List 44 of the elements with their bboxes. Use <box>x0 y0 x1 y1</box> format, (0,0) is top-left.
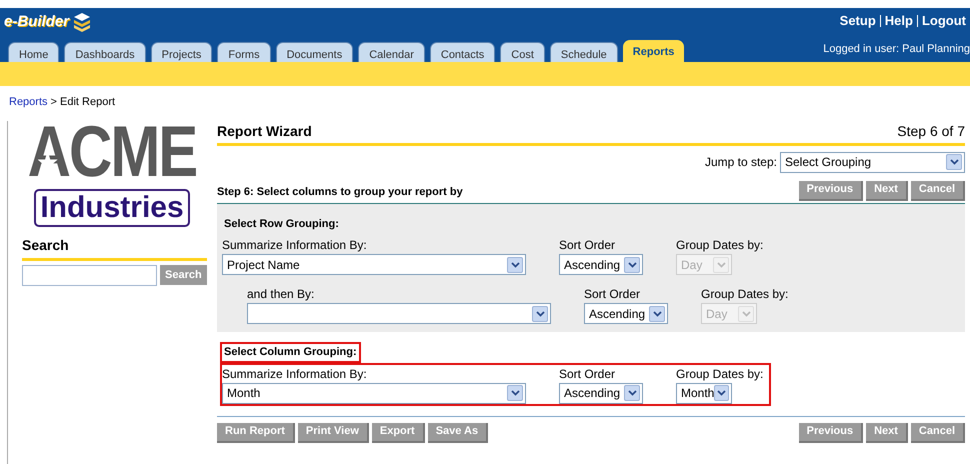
field-label: Summarize Information By: <box>222 237 368 254</box>
grouping-title: Select Row Grouping: <box>223 216 340 232</box>
brand-logo: e-Builder <box>4 12 70 32</box>
field-label: Sort Order <box>584 286 642 303</box>
nav-tab[interactable]: Dashboards <box>64 42 146 62</box>
step-indicator: Step 6 of 7 <box>897 122 965 141</box>
nav-tab[interactable]: Contacts <box>430 42 496 62</box>
field-label: Group Dates by: <box>701 286 788 303</box>
field-label: Group Dates by: <box>676 366 764 382</box>
dropdown[interactable]: Ascending <box>559 382 643 404</box>
header-link[interactable]: Setup <box>840 11 876 30</box>
logo-subtitle: Industries <box>34 188 190 226</box>
dropdown[interactable] <box>247 303 551 324</box>
logged-in-user: Logged in user: Paul Planning <box>823 42 970 56</box>
nav-tab[interactable]: Documents <box>276 42 354 62</box>
search-field[interactable] <box>22 264 157 286</box>
breadcrumb-current: > Edit Report <box>50 95 116 110</box>
nav-tab[interactable]: Schedule <box>550 42 618 62</box>
dropdown[interactable]: Project Name <box>222 254 526 275</box>
nav-tab[interactable]: Home <box>8 42 60 62</box>
search-title: Search <box>22 236 70 254</box>
dropdown[interactable]: Month <box>676 382 732 404</box>
nav-tab[interactable]: Cost <box>500 42 545 62</box>
step-heading: Step 6: Select columns to group your report by <box>217 185 463 200</box>
nav-tab[interactable]: Projects <box>150 42 212 62</box>
field-label: Summarize Information By: <box>222 366 368 382</box>
nav-tab[interactable]: Calendar <box>358 42 425 62</box>
header-link[interactable]: Logout <box>922 11 966 30</box>
jump-label: Jump to step: <box>704 154 777 171</box>
nav-tab[interactable]: Forms <box>217 42 271 62</box>
nav-tab[interactable]: Reports <box>622 40 684 62</box>
header-link[interactable]: Help <box>884 11 913 30</box>
grouping-title: Select Column Grouping: <box>220 342 361 362</box>
field-label: Sort Order <box>559 366 616 382</box>
breadcrumb-link[interactable]: Reports <box>9 94 48 110</box>
field-label: Group Dates by: <box>676 237 764 254</box>
field-label: and then By: <box>247 286 316 303</box>
wizard-title: Report Wizard <box>217 122 312 141</box>
dropdown[interactable]: Month <box>222 382 526 404</box>
dropdown[interactable]: Ascending <box>559 254 643 275</box>
logo-text: ACME <box>28 114 196 189</box>
dropdown[interactable]: Ascending <box>584 303 668 324</box>
dropdown[interactable]: Select Grouping <box>780 152 965 172</box>
field-label: Sort Order <box>559 237 616 254</box>
